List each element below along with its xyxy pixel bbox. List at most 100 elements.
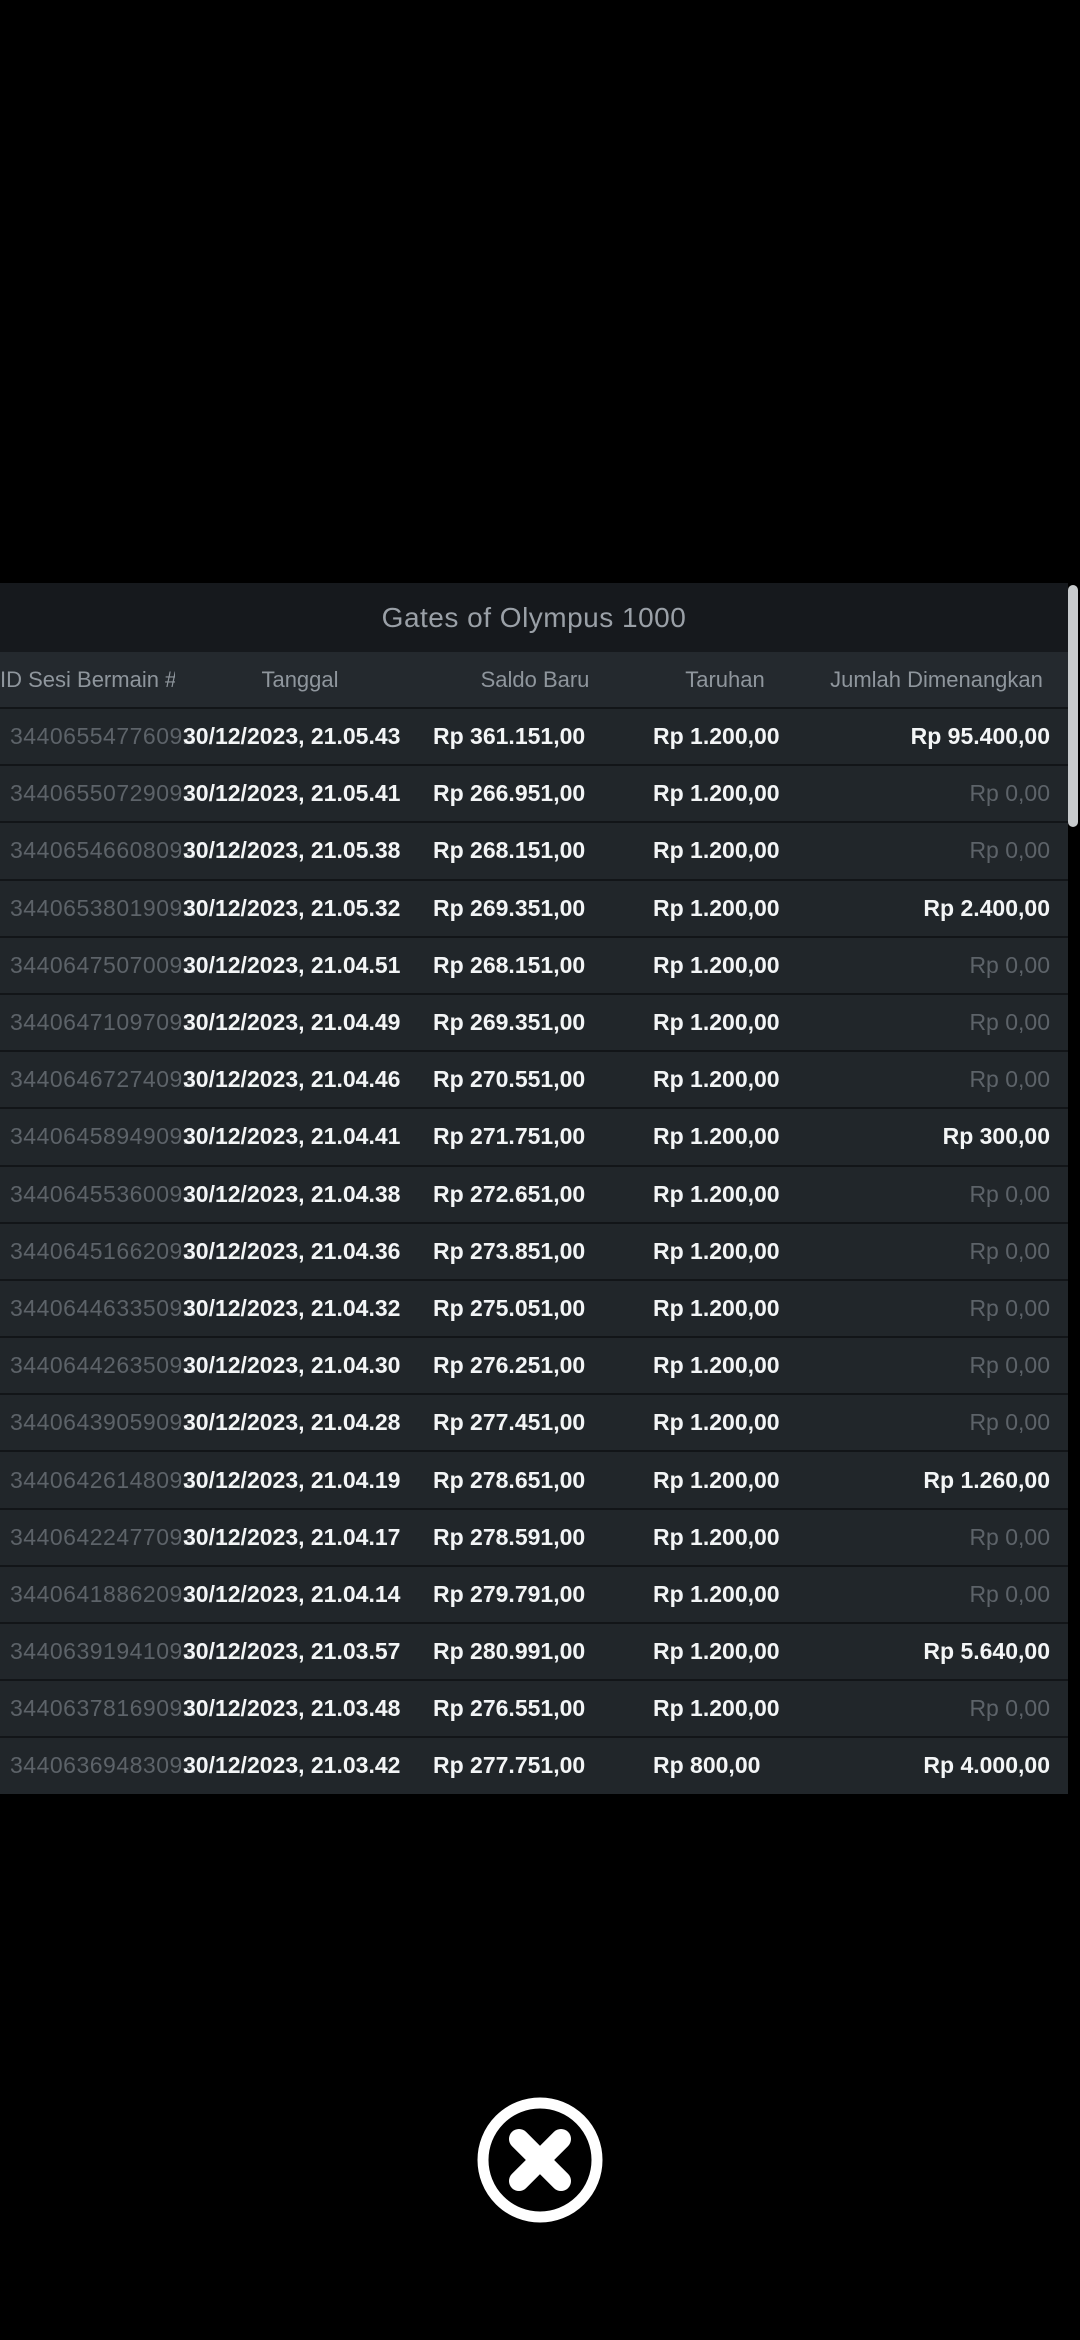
cell-new-balance: Rp 278.591,00 <box>433 1523 586 1550</box>
table-row: 34406439059092 30/12/2023, 21.04.28 Rp 2… <box>0 1393 1068 1451</box>
cell-date: 30/12/2023, 21.04.28 <box>183 1409 401 1436</box>
cell-session-id: 34406378169092 <box>10 1695 197 1722</box>
cell-session-id: 34406471097092 <box>10 1009 197 1036</box>
cell-session-id: 34406455360092 <box>10 1180 197 1207</box>
cell-bet: Rp 800,00 <box>653 1752 761 1779</box>
cell-date: 30/12/2023, 21.04.32 <box>183 1294 401 1321</box>
cell-date: 30/12/2023, 21.04.19 <box>183 1466 401 1493</box>
cell-amount-won: Rp 2.400,00 <box>923 894 1050 921</box>
cell-new-balance: Rp 280.991,00 <box>433 1638 586 1665</box>
cell-amount-won: Rp 95.400,00 <box>910 723 1050 750</box>
cell-bet: Rp 1.200,00 <box>653 1066 780 1093</box>
cell-bet: Rp 1.200,00 <box>653 1580 780 1607</box>
session-history-table[interactable]: 34406554776092 30/12/2023, 21.05.43 Rp 3… <box>0 707 1068 1794</box>
cell-session-id: 34406475070092 <box>10 951 197 978</box>
cell-amount-won: Rp 0,00 <box>969 1066 1050 1093</box>
table-row: 34406554776092 30/12/2023, 21.05.43 Rp 3… <box>0 707 1068 765</box>
cell-amount-won: Rp 1.260,00 <box>923 1466 1050 1493</box>
cell-bet: Rp 1.200,00 <box>653 894 780 921</box>
table-row: 34406451662092 30/12/2023, 21.04.36 Rp 2… <box>0 1221 1068 1279</box>
table-row: 34406422477092 30/12/2023, 21.04.17 Rp 2… <box>0 1507 1068 1565</box>
cell-bet: Rp 1.200,00 <box>653 1466 780 1493</box>
table-row: 34406550729092 30/12/2023, 21.05.41 Rp 2… <box>0 764 1068 822</box>
cell-date: 30/12/2023, 21.03.42 <box>183 1752 401 1779</box>
cell-session-id: 34406442635092 <box>10 1352 197 1379</box>
cell-new-balance: Rp 273.851,00 <box>433 1237 586 1264</box>
cell-new-balance: Rp 269.351,00 <box>433 1009 586 1036</box>
cell-amount-won: Rp 0,00 <box>969 1009 1050 1036</box>
cell-new-balance: Rp 268.151,00 <box>433 837 586 864</box>
cell-new-balance: Rp 270.551,00 <box>433 1066 586 1093</box>
cell-date: 30/12/2023, 21.05.43 <box>183 723 401 750</box>
cell-amount-won: Rp 5.640,00 <box>923 1638 1050 1665</box>
table-row: 34406546608092 30/12/2023, 21.05.38 Rp 2… <box>0 821 1068 879</box>
cell-amount-won: Rp 0,00 <box>969 1580 1050 1607</box>
cell-new-balance: Rp 275.051,00 <box>433 1294 586 1321</box>
cell-bet: Rp 1.200,00 <box>653 1523 780 1550</box>
cell-new-balance: Rp 361.151,00 <box>433 723 586 750</box>
cell-new-balance: Rp 276.551,00 <box>433 1695 586 1722</box>
column-header-amount-won: Jumlah Dimenangkan <box>830 666 1043 692</box>
cell-new-balance: Rp 269.351,00 <box>433 894 586 921</box>
column-header-session-id: ID Sesi Bermain # <box>0 666 175 692</box>
cell-new-balance: Rp 268.151,00 <box>433 951 586 978</box>
cell-new-balance: Rp 279.791,00 <box>433 1580 586 1607</box>
game-history-screen: Gates of Olympus 1000 ID Sesi Bermain # … <box>0 0 1080 2340</box>
cell-session-id: 34406369483092 <box>10 1752 197 1779</box>
cell-bet: Rp 1.200,00 <box>653 1352 780 1379</box>
cell-date: 30/12/2023, 21.04.14 <box>183 1580 401 1607</box>
cell-date: 30/12/2023, 21.03.57 <box>183 1638 401 1665</box>
cell-bet: Rp 1.200,00 <box>653 1009 780 1036</box>
cell-session-id: 34406451662092 <box>10 1237 197 1264</box>
cell-session-id: 34406550729092 <box>10 780 197 807</box>
cell-session-id: 34406439059092 <box>10 1409 197 1436</box>
cell-amount-won: Rp 0,00 <box>969 1180 1050 1207</box>
cell-new-balance: Rp 266.951,00 <box>433 780 586 807</box>
table-row: 34406458949092 30/12/2023, 21.04.41 Rp 2… <box>0 1107 1068 1165</box>
cell-amount-won: Rp 0,00 <box>969 1294 1050 1321</box>
table-row: 34406455360092 30/12/2023, 21.04.38 Rp 2… <box>0 1164 1068 1222</box>
cell-bet: Rp 1.200,00 <box>653 1695 780 1722</box>
cell-session-id: 34406418862092 <box>10 1580 197 1607</box>
close-button[interactable] <box>474 2094 606 2226</box>
table-row: 34406418862092 30/12/2023, 21.04.14 Rp 2… <box>0 1564 1068 1622</box>
cell-amount-won: Rp 0,00 <box>969 780 1050 807</box>
table-row: 34406538019092 30/12/2023, 21.05.32 Rp 2… <box>0 878 1068 936</box>
cell-session-id: 34406426148092 <box>10 1466 197 1493</box>
cell-bet: Rp 1.200,00 <box>653 837 780 864</box>
cell-bet: Rp 1.200,00 <box>653 1638 780 1665</box>
cell-new-balance: Rp 272.651,00 <box>433 1180 586 1207</box>
cell-date: 30/12/2023, 21.04.17 <box>183 1523 401 1550</box>
table-row: 34406442635092 30/12/2023, 21.04.30 Rp 2… <box>0 1336 1068 1394</box>
table-row: 34406369483092 30/12/2023, 21.03.42 Rp 2… <box>0 1736 1068 1794</box>
cell-date: 30/12/2023, 21.05.38 <box>183 837 401 864</box>
column-header-new-balance: Saldo Baru <box>480 666 590 692</box>
cell-date: 30/12/2023, 21.05.41 <box>183 780 401 807</box>
cell-new-balance: Rp 278.651,00 <box>433 1466 586 1493</box>
cell-bet: Rp 1.200,00 <box>653 1180 780 1207</box>
table-row: 34406471097092 30/12/2023, 21.04.49 Rp 2… <box>0 992 1068 1051</box>
cell-session-id: 34406546608092 <box>10 837 197 864</box>
cell-session-id: 34406467274092 <box>10 1066 197 1093</box>
cell-amount-won: Rp 0,00 <box>969 1237 1050 1264</box>
column-header-bet: Taruhan <box>685 666 765 692</box>
cell-new-balance: Rp 277.451,00 <box>433 1409 586 1436</box>
scrollbar-thumb[interactable] <box>1068 585 1078 827</box>
cell-date: 30/12/2023, 21.04.36 <box>183 1237 401 1264</box>
cell-bet: Rp 1.200,00 <box>653 780 780 807</box>
cell-session-id: 34406446335092 <box>10 1294 197 1321</box>
game-title: Gates of Olympus 1000 <box>381 601 687 633</box>
cell-new-balance: Rp 276.251,00 <box>433 1352 586 1379</box>
cell-bet: Rp 1.200,00 <box>653 1237 780 1264</box>
cell-amount-won: Rp 0,00 <box>969 951 1050 978</box>
cell-bet: Rp 1.200,00 <box>653 1294 780 1321</box>
table-row: 34406378169092 30/12/2023, 21.03.48 Rp 2… <box>0 1679 1068 1737</box>
cell-date: 30/12/2023, 21.03.48 <box>183 1695 401 1722</box>
table-row: 34406426148092 30/12/2023, 21.04.19 Rp 2… <box>0 1450 1068 1508</box>
cell-date: 30/12/2023, 21.04.41 <box>183 1123 401 1150</box>
cell-bet: Rp 1.200,00 <box>653 951 780 978</box>
cell-date: 30/12/2023, 21.04.30 <box>183 1352 401 1379</box>
cell-session-id: 34406458949092 <box>10 1123 197 1150</box>
cell-date: 30/12/2023, 21.04.49 <box>183 1009 401 1036</box>
cell-date: 30/12/2023, 21.04.38 <box>183 1180 401 1207</box>
